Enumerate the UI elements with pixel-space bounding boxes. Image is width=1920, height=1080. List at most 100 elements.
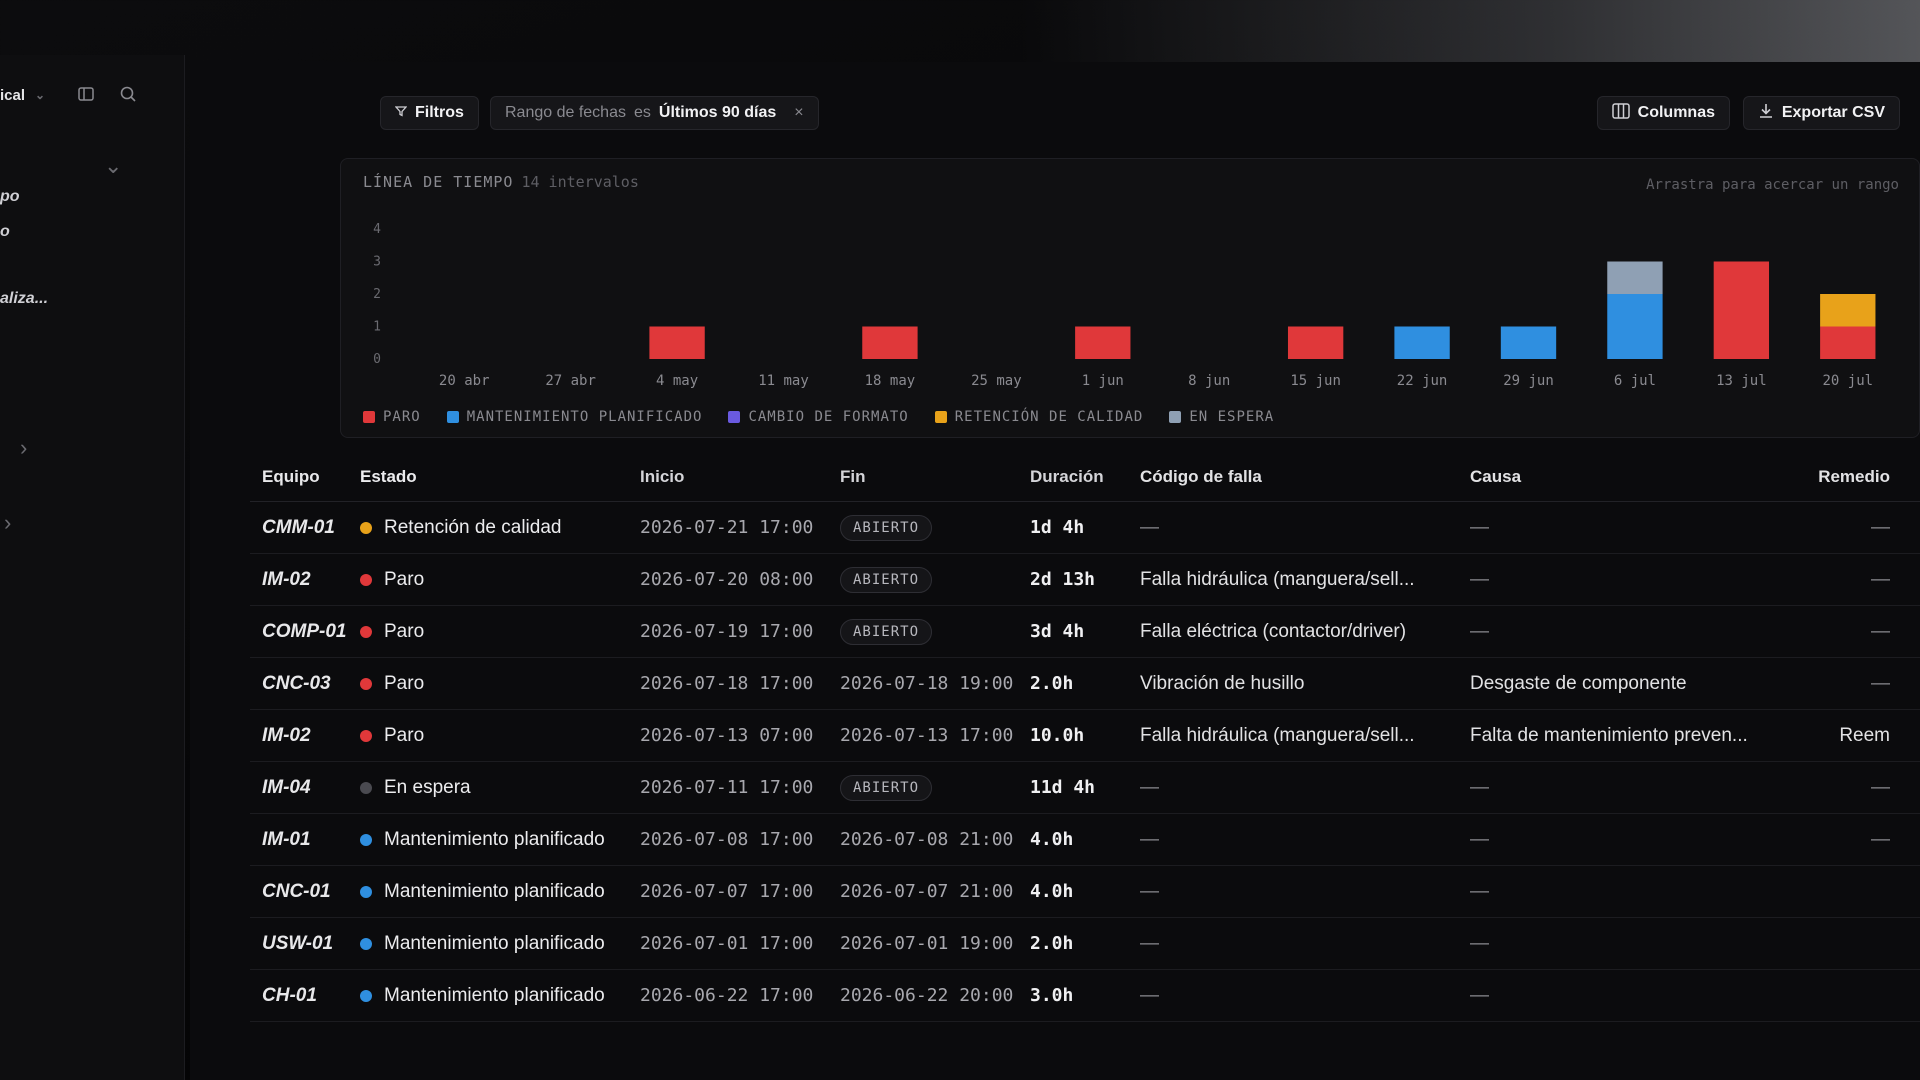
chart-bar[interactable]	[1607, 294, 1663, 359]
sidebar-header: ical ⌄	[0, 85, 139, 105]
table-row[interactable]: USW-01 Mantenimiento planificado 2026-07-0…	[250, 918, 1920, 970]
header-estado[interactable]: Estado	[360, 467, 640, 487]
table-row[interactable]: IM-04 En espera 2026-07-11 17:00 ABIERTO 11d…	[250, 762, 1920, 814]
status-dot	[360, 573, 372, 586]
cell-remedio: —	[1871, 672, 1890, 694]
table-row[interactable]: IM-02 Paro 2026-07-20 08:00 ABIERTO 2d 13h Fa…	[250, 554, 1920, 606]
sidebar-item[interactable]: o	[0, 223, 10, 241]
cell-inicio: 2026-07-08 17:00	[640, 829, 814, 850]
filters-button[interactable]: Filtros	[380, 96, 479, 130]
header-codigo[interactable]: Código de falla	[1140, 467, 1450, 487]
table-row[interactable]: CMM-01 Retención de calidad 2026-07-21 17:…	[250, 502, 1920, 554]
cell-causa: —	[1470, 516, 1489, 538]
table-row[interactable]: CH-01 Mantenimiento planificado 2026-06-22…	[250, 970, 1920, 1022]
table-row[interactable]: IM-02 Paro 2026-07-13 07:00 2026-07-13 17:0…	[250, 710, 1920, 762]
chevron-down-icon[interactable]: ⌄	[35, 88, 45, 102]
x-tick-label: 13 jul	[1716, 373, 1767, 389]
status-dot	[360, 781, 372, 794]
legend-swatch	[728, 411, 741, 423]
status-label: Mantenimiento planificado	[384, 828, 605, 850]
cell-inicio: 2026-07-13 07:00	[640, 725, 814, 746]
table-row[interactable]: IM-01 Mantenimiento planificado 2026-07-08…	[250, 814, 1920, 866]
legend-item[interactable]: RETENCIÓN DE CALIDAD	[934, 409, 1144, 425]
close-icon[interactable]: ×	[794, 104, 803, 122]
cell-estado: En espera	[360, 777, 640, 799]
fin-value: 2026-06-22 20:00	[840, 985, 1014, 1006]
chart-bar[interactable]	[1820, 326, 1876, 360]
fin-value: 2026-07-08 21:00	[840, 829, 1014, 850]
legend-item[interactable]: CAMBIO DE FORMATO	[728, 409, 908, 425]
filter-field: Rango de fechas	[505, 104, 626, 121]
date-range-filter[interactable]: Rango de fechas es Últimos 90 días ×	[490, 96, 819, 130]
chart-bar[interactable]	[1607, 261, 1663, 295]
cell-causa: Desgaste de componente	[1470, 672, 1687, 694]
cell-codigo: —	[1140, 828, 1159, 850]
header-fin[interactable]: Fin	[840, 467, 1030, 487]
y-tick-label: 2	[373, 287, 381, 302]
x-tick-label: 4 may	[656, 373, 698, 389]
chart-bar[interactable]	[1075, 326, 1131, 360]
status-badge: ABIERTO	[840, 774, 933, 801]
header-causa[interactable]: Causa	[1450, 467, 1750, 487]
x-tick-label: 11 may	[758, 373, 809, 389]
chart-bar[interactable]	[1713, 261, 1770, 360]
cell-fin: ABIERTO	[840, 618, 1030, 645]
chart-bar[interactable]	[1500, 326, 1557, 360]
y-tick-label: 1	[373, 320, 381, 335]
header-duracion[interactable]: Duración	[1030, 467, 1140, 487]
header-inicio[interactable]: Inicio	[640, 467, 840, 487]
cell-fin: 2026-06-22 20:00	[840, 985, 1030, 1006]
cell-codigo: —	[1140, 516, 1159, 538]
sidebar-item[interactable]: aliza...	[0, 290, 48, 308]
header-remedio[interactable]: Remedio	[1750, 467, 1900, 487]
chevron-right-icon[interactable]: ›	[4, 510, 11, 536]
export-csv-button[interactable]: Exportar CSV	[1742, 96, 1900, 130]
chart-bar[interactable]	[649, 326, 705, 360]
table-row[interactable]: CNC-01 Mantenimiento planificado 2026-07-0…	[250, 866, 1920, 918]
chart-bar[interactable]	[1394, 326, 1450, 360]
status-dot	[360, 521, 372, 534]
table-row[interactable]: COMP-01 Paro 2026-07-19 17:00 ABIERTO 3d 4h F…	[250, 606, 1920, 658]
cell-codigo: Falla hidráulica (manguera/sell...	[1140, 724, 1415, 746]
panel-toggle-icon[interactable]	[77, 85, 97, 105]
y-tick-label: 3	[373, 255, 381, 270]
chart-plot[interactable]: 0 1 2 3 4 20 abr 27 abr 4 may 11 may 18 may 25 may…	[341, 159, 1920, 399]
legend-item[interactable]: PARO	[363, 409, 421, 425]
chevron-right-icon[interactable]: ›	[20, 435, 27, 461]
cell-estado: Retención de calidad	[360, 517, 640, 539]
columns-label: Columnas	[1637, 104, 1715, 121]
legend-label: RETENCIÓN DE CALIDAD	[954, 409, 1144, 425]
y-tick-label: 4	[373, 222, 381, 237]
chart-bar[interactable]	[862, 326, 918, 360]
cell-remedio: —	[1871, 516, 1890, 538]
workspace-label[interactable]: ical	[0, 87, 25, 104]
cell-causa: —	[1470, 828, 1489, 850]
header-equipo[interactable]: Equipo	[250, 467, 360, 487]
status-label: En espera	[384, 776, 471, 798]
sidebar-item[interactable]: po	[0, 188, 20, 206]
fin-value: 2026-07-07 21:00	[840, 881, 1014, 902]
events-table: Equipo Estado Inicio Fin Duración Código…	[250, 452, 1920, 1022]
cell-inicio: 2026-07-20 08:00	[640, 569, 814, 590]
cell-codigo: —	[1140, 880, 1159, 902]
columns-button[interactable]: Columnas	[1596, 96, 1730, 130]
x-tick-label: 29 jun	[1503, 373, 1554, 389]
cell-causa: Falta de mantenimiento preven...	[1470, 724, 1748, 746]
x-tick-label: 15 jun	[1290, 373, 1341, 389]
chart-bar[interactable]	[1287, 326, 1344, 360]
cell-duracion: 4.0h	[1030, 881, 1074, 902]
chart-bar[interactable]	[1820, 294, 1876, 327]
search-icon[interactable]	[119, 85, 139, 105]
cell-duracion: 2d 13h	[1030, 569, 1096, 590]
cell-fin: 2026-07-07 21:00	[840, 881, 1030, 902]
cell-remedio: —	[1871, 568, 1890, 590]
chevron-down-icon[interactable]: ⌄	[104, 153, 122, 179]
fin-value: 2026-07-18 19:00	[840, 673, 1014, 694]
table-row[interactable]: CNC-03 Paro 2026-07-18 17:00 2026-07-18 19:…	[250, 658, 1920, 710]
cell-causa: —	[1470, 620, 1489, 642]
cell-codigo: Falla hidráulica (manguera/sell...	[1140, 568, 1415, 590]
timeline-chart[interactable]: LÍNEA DE TIEMPO 14 intervalos Arrastra pa…	[340, 158, 1920, 438]
legend-item[interactable]: EN ESPERA	[1169, 409, 1274, 425]
cell-estado: Mantenimiento planificado	[360, 985, 640, 1007]
legend-item[interactable]: MANTENIMIENTO PLANIFICADO	[446, 409, 703, 425]
